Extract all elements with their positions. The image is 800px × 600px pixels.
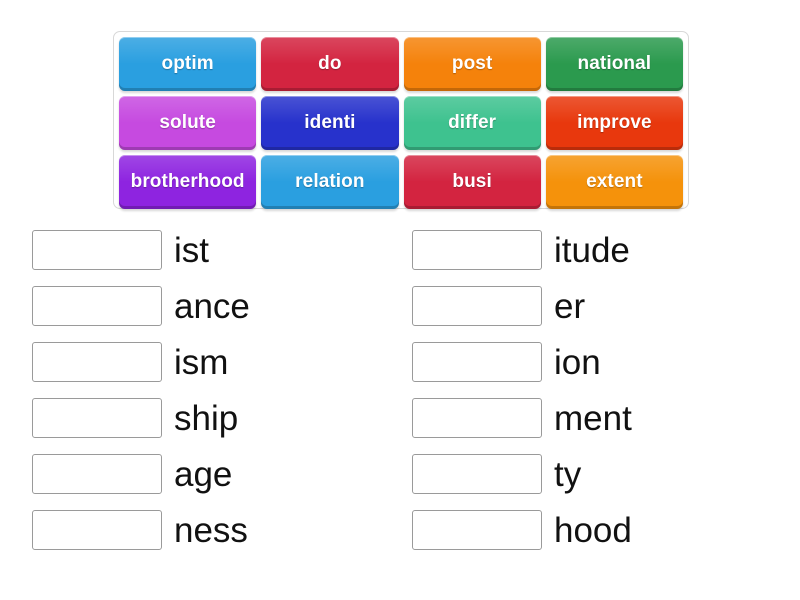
answer-row: ance (32, 278, 412, 334)
word-tile-extent[interactable]: extent (545, 155, 683, 209)
answer-row: ship (32, 390, 412, 446)
word-bank-row: optim do post national (119, 37, 683, 91)
word-tile-solute[interactable]: solute (119, 96, 257, 150)
suffix-label: itude (554, 230, 630, 270)
answer-row: itude (412, 222, 792, 278)
suffix-label: ty (554, 454, 582, 494)
answer-row: ty (412, 446, 792, 502)
word-tile-label: extent (586, 171, 643, 192)
drop-blank-ty[interactable] (412, 454, 542, 494)
suffix-label: er (554, 286, 586, 326)
answer-row: ist (32, 222, 412, 278)
suffix-label: ion (554, 342, 601, 382)
word-tile-post[interactable]: post (403, 37, 541, 91)
answer-row: ism (32, 334, 412, 390)
answer-row: er (412, 278, 792, 334)
word-tile-label: busi (452, 171, 492, 192)
drop-blank-itude[interactable] (412, 230, 542, 270)
answer-row: ment (412, 390, 792, 446)
drop-blank-ion[interactable] (412, 342, 542, 382)
word-tile-label: post (451, 53, 493, 74)
word-tile-improve[interactable]: improve (545, 96, 683, 150)
answer-column-right: itude er ion ment ty hood (412, 222, 792, 558)
word-tile-identi[interactable]: identi (261, 96, 399, 150)
word-tile-national[interactable]: national (545, 37, 683, 91)
suffix-label: ness (174, 510, 248, 550)
word-tile-label: differ (448, 112, 497, 133)
suffix-label: ance (174, 286, 250, 326)
drop-blank-ship[interactable] (32, 398, 162, 438)
word-tile-label: national (577, 53, 652, 74)
drop-blank-er[interactable] (412, 286, 542, 326)
drop-blank-hood[interactable] (412, 510, 542, 550)
suffix-label: ist (174, 230, 209, 270)
answer-row: age (32, 446, 412, 502)
suffix-label: ship (174, 398, 239, 438)
word-tile-optim[interactable]: optim (119, 37, 257, 91)
word-bank-row: solute identi differ improve (119, 96, 683, 150)
suffix-label: age (174, 454, 233, 494)
suffix-label: ism (174, 342, 229, 382)
drop-blank-ness[interactable] (32, 510, 162, 550)
drop-blank-ism[interactable] (32, 342, 162, 382)
word-bank-row: brotherhood relation busi extent (119, 155, 683, 209)
word-tile-busi[interactable]: busi (403, 155, 541, 209)
word-tile-label: improve (577, 112, 652, 133)
word-tile-relation[interactable]: relation (261, 155, 399, 209)
word-tile-label: do (318, 53, 342, 74)
answer-row: hood (412, 502, 792, 558)
drop-blank-age[interactable] (32, 454, 162, 494)
word-tile-label: relation (295, 171, 365, 192)
word-tile-label: identi (304, 112, 356, 133)
word-tile-brotherhood[interactable]: brotherhood (119, 155, 257, 209)
suffix-label: ment (554, 398, 632, 438)
answer-row: ion (412, 334, 792, 390)
word-bank-panel: optim do post national solute identi dif… (113, 31, 689, 209)
word-tile-differ[interactable]: differ (403, 96, 541, 150)
suffix-label: hood (554, 510, 632, 550)
word-tile-label: optim (161, 53, 214, 74)
drop-blank-ance[interactable] (32, 286, 162, 326)
word-tile-label: solute (159, 112, 216, 133)
word-tile-label: brotherhood (130, 171, 245, 192)
answer-row: ness (32, 502, 412, 558)
answer-column-left: ist ance ism ship age ness (32, 222, 412, 558)
drop-blank-ment[interactable] (412, 398, 542, 438)
word-tile-do[interactable]: do (261, 37, 399, 91)
drop-blank-ist[interactable] (32, 230, 162, 270)
